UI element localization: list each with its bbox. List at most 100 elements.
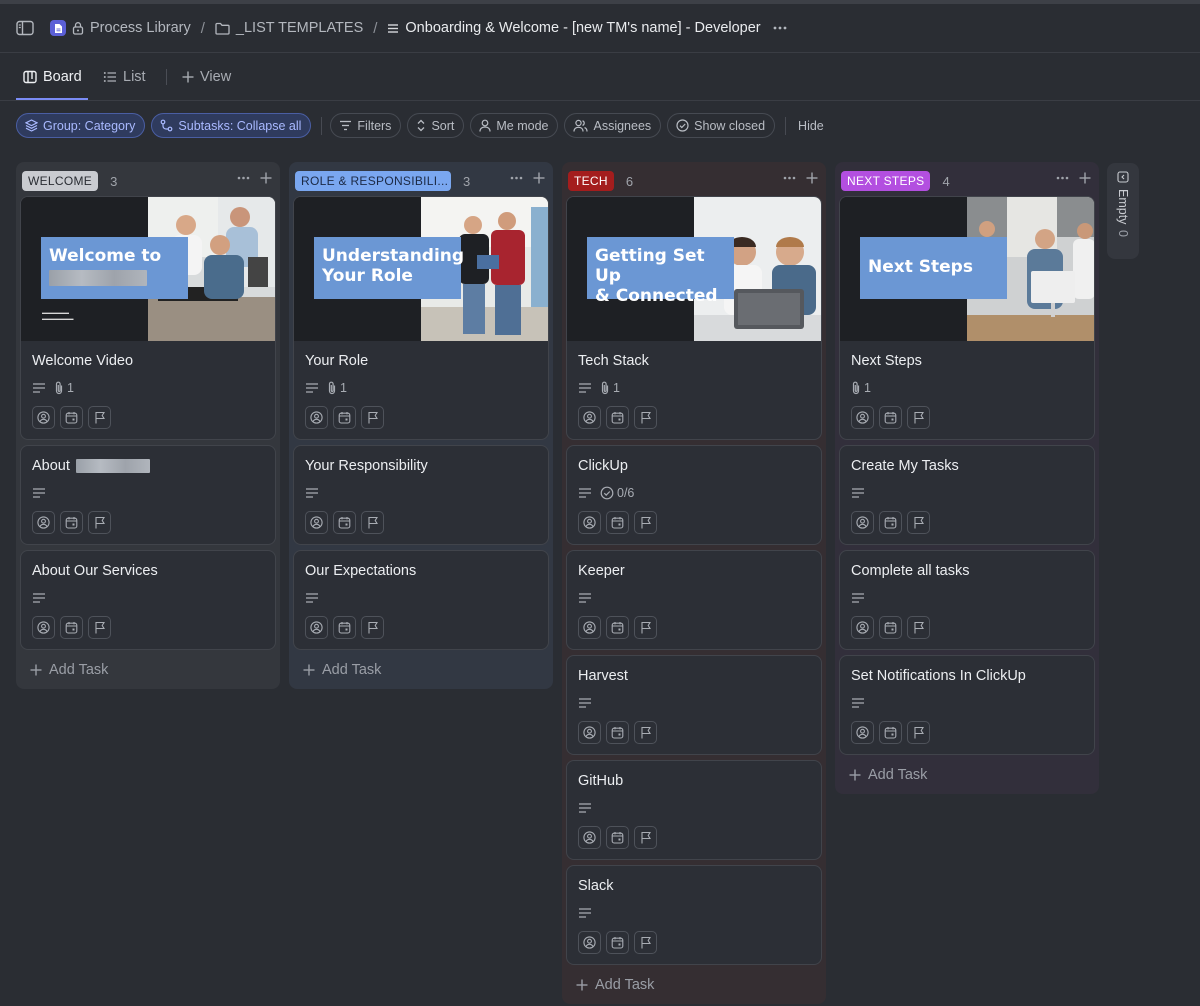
column-add-icon[interactable] xyxy=(806,172,818,184)
assignee-button[interactable] xyxy=(305,511,328,534)
sort-button[interactable]: Sort xyxy=(407,113,465,138)
due-date-button[interactable] xyxy=(606,826,629,849)
hide-button[interactable]: Hide xyxy=(794,119,828,133)
attachment-count[interactable]: 1 xyxy=(851,381,871,395)
filters-button[interactable]: Filters xyxy=(330,113,402,138)
column-more-icon[interactable] xyxy=(237,176,250,180)
status-pill-next-steps[interactable]: NEXT STEPS xyxy=(841,171,931,191)
priority-button[interactable] xyxy=(88,406,111,429)
priority-button[interactable] xyxy=(634,406,657,429)
crumb-space[interactable]: Process Library xyxy=(50,20,191,36)
due-date-button[interactable] xyxy=(879,616,902,639)
task-card[interactable]: GitHub xyxy=(566,760,822,860)
subtasks-button[interactable]: Subtasks: Collapse all xyxy=(151,113,312,138)
task-card[interactable]: About Our Services xyxy=(20,550,276,650)
attachment-count[interactable]: 1 xyxy=(600,381,620,395)
assignee-button[interactable] xyxy=(32,406,55,429)
due-date-button[interactable] xyxy=(606,931,629,954)
due-date-button[interactable] xyxy=(606,721,629,744)
task-card[interactable]: Set Notifications In ClickUp xyxy=(839,655,1095,755)
due-date-button[interactable] xyxy=(60,511,83,534)
assignee-button[interactable] xyxy=(32,511,55,534)
priority-button[interactable] xyxy=(361,406,384,429)
due-date-button[interactable] xyxy=(879,511,902,534)
assignee-button[interactable] xyxy=(32,616,55,639)
crumb-folder[interactable]: _LIST TEMPLATES xyxy=(215,20,363,36)
assignee-button[interactable] xyxy=(305,616,328,639)
sidebar-toggle-icon[interactable] xyxy=(14,17,36,39)
priority-button[interactable] xyxy=(88,616,111,639)
due-date-button[interactable] xyxy=(60,406,83,429)
priority-button[interactable] xyxy=(634,931,657,954)
add-task-button[interactable]: Add Task xyxy=(20,655,276,685)
assignee-button[interactable] xyxy=(305,406,328,429)
assignee-button[interactable] xyxy=(578,406,601,429)
priority-button[interactable] xyxy=(907,511,930,534)
more-icon[interactable] xyxy=(773,26,787,30)
show-closed-button[interactable]: Show closed xyxy=(667,113,776,138)
assignee-button[interactable] xyxy=(851,721,874,744)
priority-button[interactable] xyxy=(907,406,930,429)
tab-board[interactable]: Board xyxy=(23,53,82,101)
task-card[interactable]: Create My Tasks xyxy=(839,445,1095,545)
assignee-button[interactable] xyxy=(851,406,874,429)
task-card[interactable]: Welcome to ▬▬▬▬▬▬ ▬▬▬▬▬▬▬ Welcome Video 1 xyxy=(20,196,276,440)
task-card[interactable]: Getting Set Up & Connected Tech Stack 1 xyxy=(566,196,822,440)
assignee-button[interactable] xyxy=(578,826,601,849)
attachment-count[interactable]: 1 xyxy=(327,381,347,395)
column-more-icon[interactable] xyxy=(510,176,523,180)
due-date-button[interactable] xyxy=(606,406,629,429)
task-card[interactable]: Your Responsibility xyxy=(293,445,549,545)
priority-button[interactable] xyxy=(634,826,657,849)
priority-button[interactable] xyxy=(907,721,930,744)
priority-button[interactable] xyxy=(634,616,657,639)
checklist-progress[interactable]: 0/6 xyxy=(600,486,634,500)
task-card[interactable]: Harvest xyxy=(566,655,822,755)
task-card[interactable]: Keeper xyxy=(566,550,822,650)
crumb-list[interactable]: Onboarding & Welcome - [new TM's name] -… xyxy=(387,20,761,36)
priority-button[interactable] xyxy=(88,511,111,534)
due-date-button[interactable] xyxy=(879,721,902,744)
group-by-button[interactable]: Group: Category xyxy=(16,113,146,138)
priority-button[interactable] xyxy=(907,616,930,639)
task-card[interactable]: Our Expectations xyxy=(293,550,549,650)
me-mode-button[interactable]: Me mode xyxy=(470,113,559,138)
column-add-icon[interactable] xyxy=(533,172,545,184)
status-pill-role[interactable]: ROLE & RESPONSIBILI... xyxy=(295,171,451,191)
column-more-icon[interactable] xyxy=(1056,176,1069,180)
due-date-button[interactable] xyxy=(606,511,629,534)
column-add-icon[interactable] xyxy=(1079,172,1091,184)
due-date-button[interactable] xyxy=(606,616,629,639)
task-card[interactable]: Understanding Your Role Your Role 1 xyxy=(293,196,549,440)
add-task-button[interactable]: Add Task xyxy=(293,655,549,685)
column-add-icon[interactable] xyxy=(260,172,272,184)
task-card[interactable]: ClickUp 0/6 xyxy=(566,445,822,545)
assignee-button[interactable] xyxy=(578,721,601,744)
due-date-button[interactable] xyxy=(879,406,902,429)
expand-icon[interactable] xyxy=(1117,171,1129,183)
column-more-icon[interactable] xyxy=(783,176,796,180)
attachment-count[interactable]: 1 xyxy=(54,381,74,395)
assignee-button[interactable] xyxy=(578,616,601,639)
collapsed-group-empty[interactable]: Empty 0 xyxy=(1107,163,1139,259)
assignee-button[interactable] xyxy=(578,511,601,534)
add-task-button[interactable]: Add Task xyxy=(839,760,1095,790)
task-card[interactable]: Complete all tasks xyxy=(839,550,1095,650)
task-card[interactable]: About xyxy=(20,445,276,545)
task-card[interactable]: Slack xyxy=(566,865,822,965)
priority-button[interactable] xyxy=(361,616,384,639)
status-pill-tech[interactable]: TECH xyxy=(568,171,614,191)
add-task-button[interactable]: Add Task xyxy=(566,970,822,1000)
tab-list[interactable]: List xyxy=(103,53,146,101)
assignee-button[interactable] xyxy=(851,511,874,534)
assignees-button[interactable]: Assignees xyxy=(564,113,662,138)
status-pill-welcome[interactable]: WELCOME xyxy=(22,171,99,191)
due-date-button[interactable] xyxy=(60,616,83,639)
assignee-button[interactable] xyxy=(851,616,874,639)
add-view-button[interactable]: View xyxy=(182,53,231,101)
priority-button[interactable] xyxy=(634,721,657,744)
assignee-button[interactable] xyxy=(578,931,601,954)
due-date-button[interactable] xyxy=(333,406,356,429)
priority-button[interactable] xyxy=(634,511,657,534)
task-card[interactable]: Next Steps Next Steps 1 xyxy=(839,196,1095,440)
